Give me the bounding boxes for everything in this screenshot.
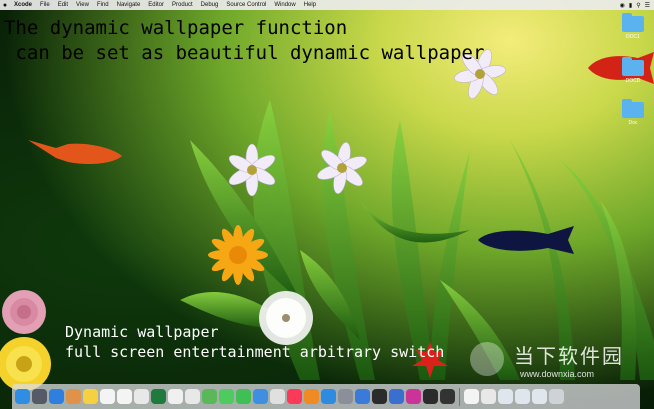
settings-icon[interactable]	[338, 389, 353, 404]
messages-icon[interactable]	[219, 389, 234, 404]
window-icon[interactable]	[515, 389, 530, 404]
menu-find[interactable]: Find	[93, 2, 113, 8]
facetime-icon[interactable]	[236, 389, 251, 404]
menu-debug[interactable]: Debug	[197, 2, 223, 8]
desktop-folder-doc[interactable]: Doc	[619, 99, 647, 126]
menu-editor[interactable]: Editor	[144, 2, 168, 8]
dock	[12, 384, 640, 409]
search-icon[interactable]: ⚲	[636, 2, 640, 9]
menu-view[interactable]: View	[72, 2, 93, 8]
list-icon[interactable]	[168, 389, 183, 404]
music-icon[interactable]	[287, 389, 302, 404]
folder-icon	[622, 13, 644, 32]
terminal-icon[interactable]	[372, 389, 387, 404]
apple-menu-icon[interactable]: ●	[0, 2, 10, 9]
orange-fish	[28, 140, 122, 164]
books-icon[interactable]	[304, 389, 319, 404]
notes-icon[interactable]	[83, 389, 98, 404]
menu-bar: ● Xcode File Edit View Find Navigate Edi…	[0, 0, 654, 10]
desktop-folder-docd[interactable]: DOCD	[619, 57, 647, 84]
window-icon[interactable]	[498, 389, 513, 404]
menu-help[interactable]: Help	[300, 2, 320, 8]
dark-fish	[478, 226, 574, 254]
desktop-folder-label: DOCD	[625, 78, 641, 84]
excel-icon[interactable]	[151, 389, 166, 404]
chrome-icon[interactable]	[185, 389, 200, 404]
folder-icon	[622, 57, 644, 76]
window-icon[interactable]	[532, 389, 547, 404]
watermark-url: www.downxia.com	[520, 369, 595, 379]
pink-rose	[2, 290, 46, 334]
safari-icon[interactable]	[49, 389, 64, 404]
dock-separator	[459, 387, 460, 406]
menu-product[interactable]: Product	[168, 2, 197, 8]
desktop-folder-label: DOC1	[626, 34, 640, 40]
caption-line-3: Dynamic wallpaper	[65, 323, 219, 341]
caption-line-2: can be set as beautiful dynamic wallpape…	[4, 42, 485, 64]
preview-icon[interactable]	[253, 389, 268, 404]
menu-navigate[interactable]: Navigate	[113, 2, 145, 8]
calendar-icon[interactable]	[100, 389, 115, 404]
menu-edit[interactable]: Edit	[54, 2, 72, 8]
console-icon[interactable]	[440, 389, 455, 404]
document-icon[interactable]	[464, 389, 479, 404]
watermark: 当下软件园 www.downxia.com	[470, 340, 624, 379]
reminders-icon[interactable]	[117, 389, 132, 404]
desktop-wallpaper: The dynamic wallpaper function can be se…	[0, 0, 654, 409]
xcode-icon[interactable]	[355, 389, 370, 404]
status-icons: ◉ ▮ ⚲ ☰	[620, 2, 654, 9]
flower-app-icon[interactable]	[406, 389, 421, 404]
list-icon[interactable]: ☰	[645, 2, 650, 9]
simulator-icon[interactable]	[389, 389, 404, 404]
menu-app-name[interactable]: Xcode	[10, 2, 36, 8]
finder-icon[interactable]	[15, 389, 30, 404]
desktop-folder-label: Doc	[628, 120, 638, 126]
white-flower-1	[228, 143, 276, 197]
desktop-folder-doc1[interactable]: DOC1	[619, 13, 647, 40]
caption-line-4: full screen entertainment arbitrary swit…	[65, 343, 445, 361]
wifi-icon[interactable]: ◉	[620, 2, 625, 9]
watermark-title: 当下软件园	[514, 344, 624, 368]
trash-icon[interactable]	[549, 389, 564, 404]
yellow-flower	[208, 225, 268, 285]
menu-file[interactable]: File	[36, 2, 54, 8]
menu-window[interactable]: Window	[270, 2, 299, 8]
maps-icon[interactable]	[202, 389, 217, 404]
launchpad-icon[interactable]	[32, 389, 47, 404]
appstore-icon[interactable]	[321, 389, 336, 404]
folder-icon	[622, 99, 644, 118]
menu-source-control[interactable]: Source Control	[222, 2, 270, 8]
white-flower-2	[317, 142, 367, 194]
battery-icon[interactable]: ▮	[629, 2, 632, 9]
grid-icon[interactable]	[423, 389, 438, 404]
caption-line-1: The dynamic wallpaper function	[4, 17, 348, 39]
textedit-icon[interactable]	[134, 389, 149, 404]
dandelion	[259, 291, 313, 345]
document-icon[interactable]	[481, 389, 496, 404]
keynote-icon[interactable]	[270, 389, 285, 404]
photo-icon[interactable]	[66, 389, 81, 404]
